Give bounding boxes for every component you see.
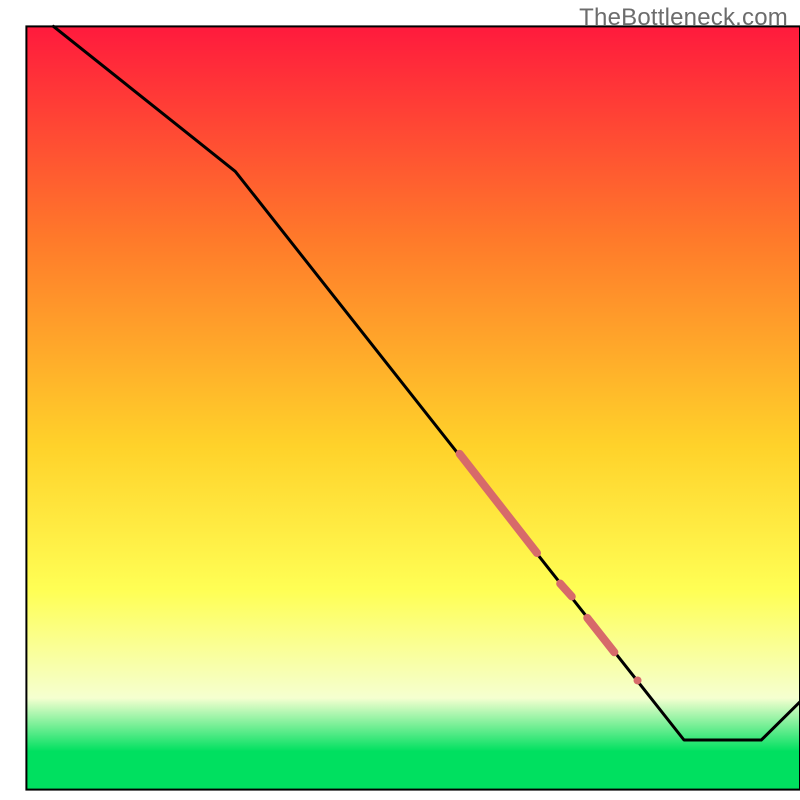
- highlight-dots: [634, 676, 642, 684]
- plot-background: [26, 26, 800, 789]
- highlight-dot: [634, 676, 642, 684]
- chart-canvas: TheBottleneck.com: [0, 0, 800, 800]
- bottleneck-chart: [0, 0, 800, 800]
- watermark-text: TheBottleneck.com: [579, 4, 788, 32]
